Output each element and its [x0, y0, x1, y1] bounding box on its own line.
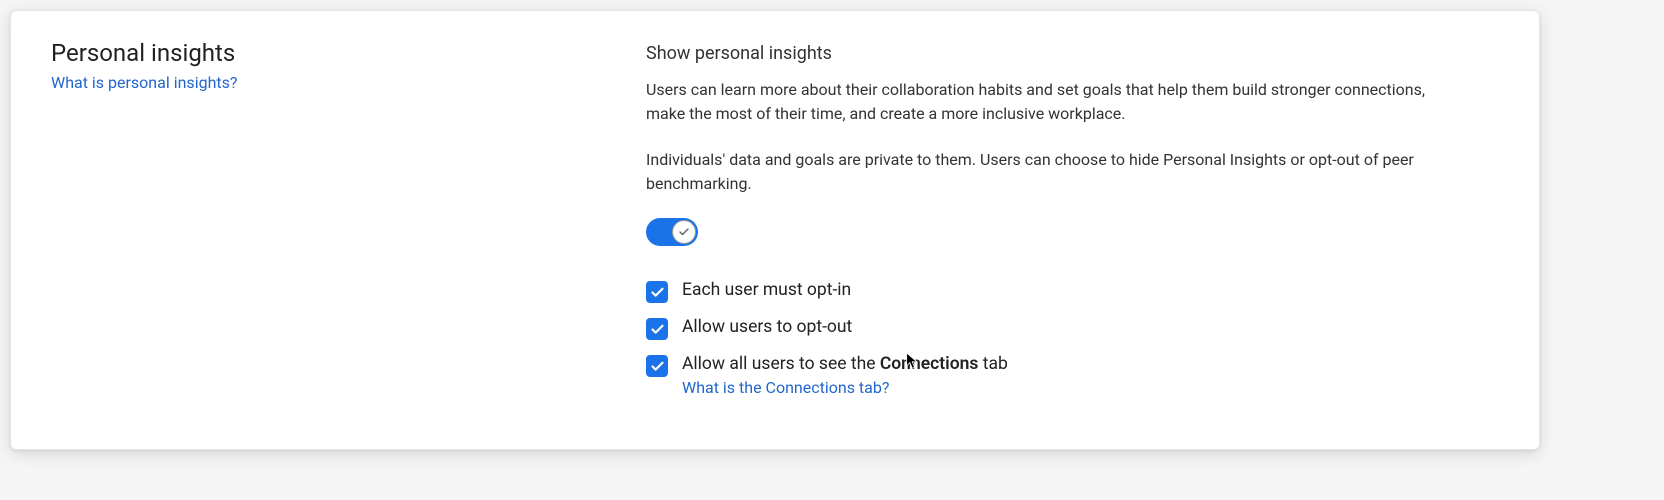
label-bold: Connections — [880, 354, 979, 374]
settings-card: Personal insights What is personal insig… — [10, 10, 1540, 450]
toggle-knob — [672, 220, 696, 244]
check-icon — [650, 359, 665, 374]
connections-tab-help-link[interactable]: What is the Connections tab? — [682, 378, 1008, 397]
check-icon — [678, 226, 690, 238]
check-icon — [650, 285, 665, 300]
checkbox-opt-in[interactable] — [646, 281, 668, 303]
left-column: Personal insights What is personal insig… — [51, 39, 646, 429]
checkbox-connections-tab[interactable] — [646, 355, 668, 377]
right-column: Show personal insights Users can learn m… — [646, 39, 1499, 429]
checkbox-row-opt-in: Each user must opt-in — [646, 280, 1499, 303]
personal-insights-help-link[interactable]: What is personal insights? — [51, 73, 237, 92]
check-icon — [650, 322, 665, 337]
checkbox-label: Each user must opt-in — [682, 280, 851, 300]
label-prefix: Allow all users to see the — [682, 354, 880, 374]
label-suffix: tab — [978, 354, 1007, 374]
description-paragraph-1: Users can learn more about their collabo… — [646, 78, 1426, 126]
checkbox-row-connections: Allow all users to see the Connections t… — [646, 354, 1499, 397]
setting-heading: Show personal insights — [646, 43, 1499, 64]
checkbox-row-opt-out: Allow users to opt-out — [646, 317, 1499, 340]
show-personal-insights-toggle[interactable] — [646, 218, 698, 246]
section-title: Personal insights — [51, 39, 646, 67]
checkbox-label: Allow users to opt-out — [682, 317, 852, 337]
checkbox-label-wrap: Each user must opt-in — [682, 280, 851, 300]
description-paragraph-2: Individuals' data and goals are private … — [646, 148, 1426, 196]
checkbox-label: Allow all users to see the Connections t… — [682, 354, 1008, 374]
checkbox-label-wrap: Allow all users to see the Connections t… — [682, 354, 1008, 397]
checkbox-label-wrap: Allow users to opt-out — [682, 317, 852, 337]
checkbox-opt-out[interactable] — [646, 318, 668, 340]
checkbox-list: Each user must opt-in Allow users to opt… — [646, 280, 1499, 397]
